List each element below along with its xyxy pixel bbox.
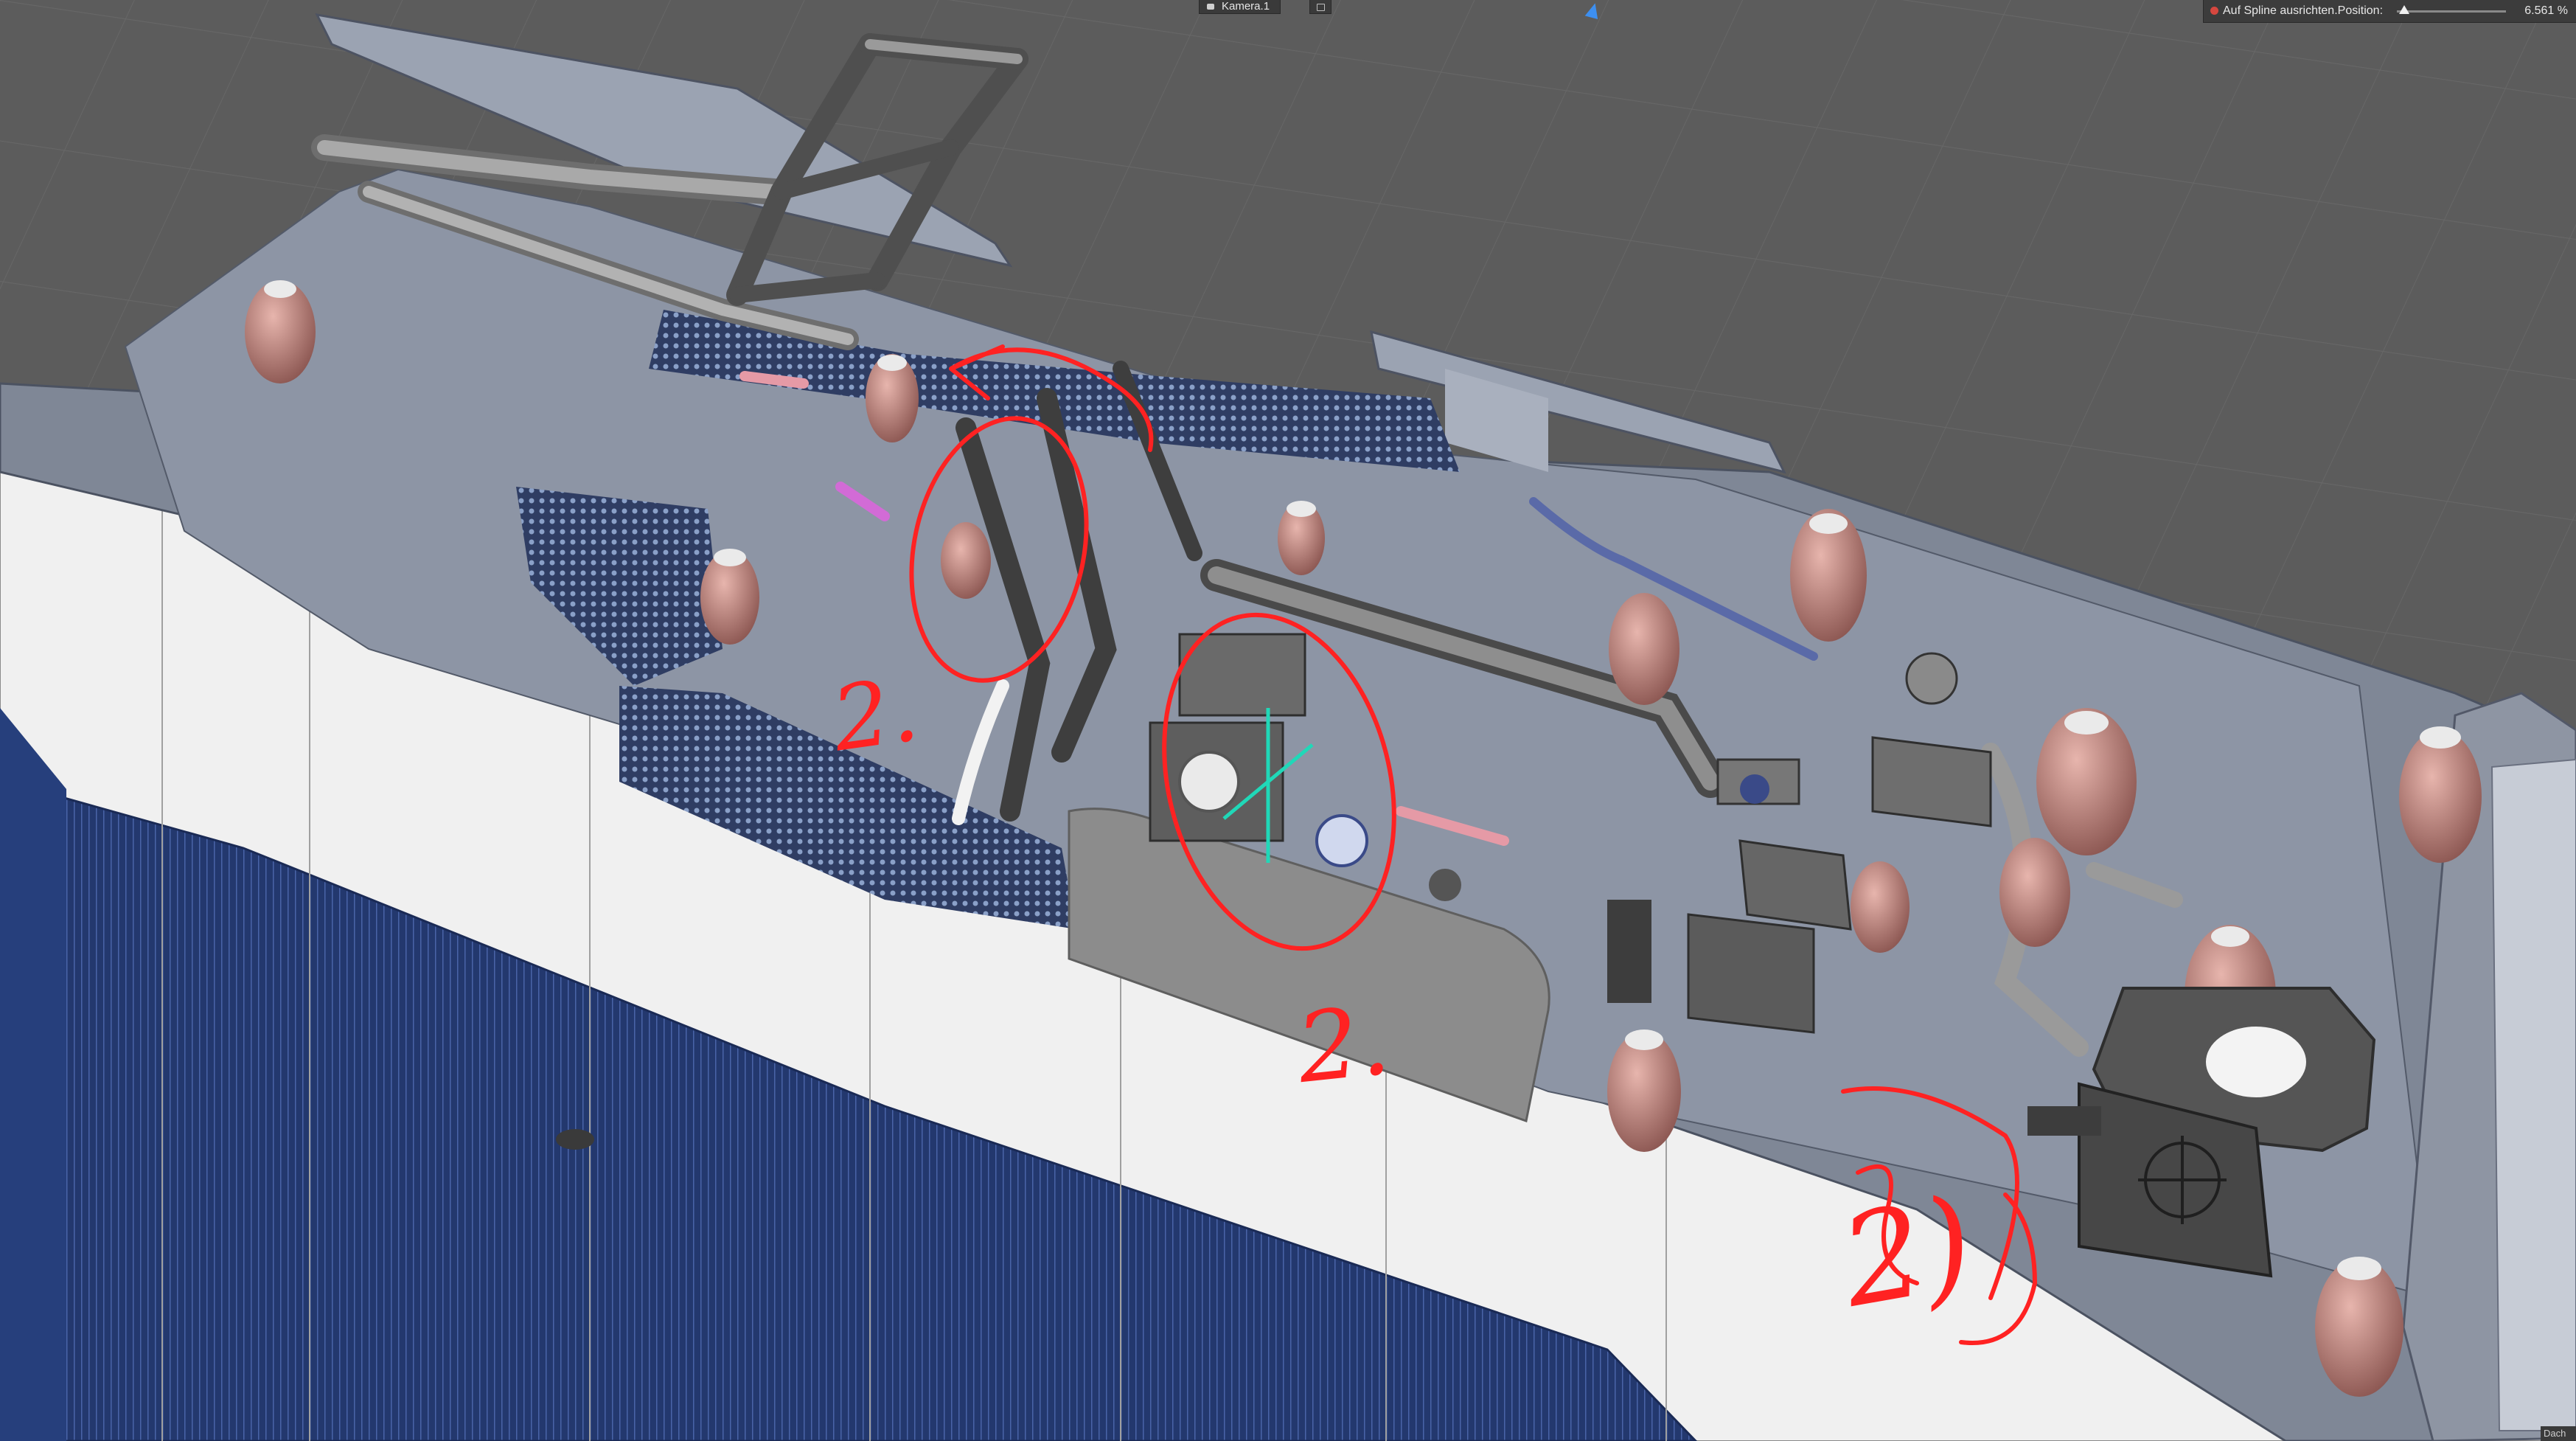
- keyframe-indicator-icon[interactable]: [2210, 7, 2218, 15]
- annotation-label-left: 2.: [826, 658, 925, 772]
- camera-toggle-button[interactable]: [1309, 0, 1331, 14]
- insulator: [1790, 509, 1867, 642]
- insulator: [2036, 708, 2137, 855]
- insulator: [866, 354, 919, 442]
- 3d-viewport[interactable]: 2. 2. 2): [0, 0, 2576, 1441]
- insulator: [1609, 593, 1679, 705]
- spline-position-label: Auf Spline ausrichten.Position:: [2223, 4, 2384, 17]
- insulator: [1999, 838, 2070, 947]
- spline-position-slider-track[interactable]: [2397, 10, 2506, 13]
- camera-name: Kamera.1: [1222, 0, 1270, 13]
- insulator: [941, 522, 991, 599]
- annotation-label-right: 2): [1831, 1170, 1984, 1336]
- corner-tab[interactable]: Dach: [2541, 1426, 2576, 1441]
- insulator: [245, 280, 316, 383]
- camera-label[interactable]: Kamera.1: [1199, 0, 1281, 14]
- side-connector: [556, 1129, 594, 1150]
- scene-canvas[interactable]: [0, 0, 2576, 1441]
- spline-position-value[interactable]: 6.561 %: [2524, 4, 2568, 18]
- camera-icon: [1207, 4, 1214, 10]
- spline-position-panel[interactable]: Auf Spline ausrichten.Position: 6.561 %: [2203, 0, 2576, 23]
- spline-position-slider-thumb[interactable]: [2398, 5, 2409, 14]
- annotation-label-center: 2.: [1292, 983, 1395, 1105]
- insulator: [1851, 861, 1910, 953]
